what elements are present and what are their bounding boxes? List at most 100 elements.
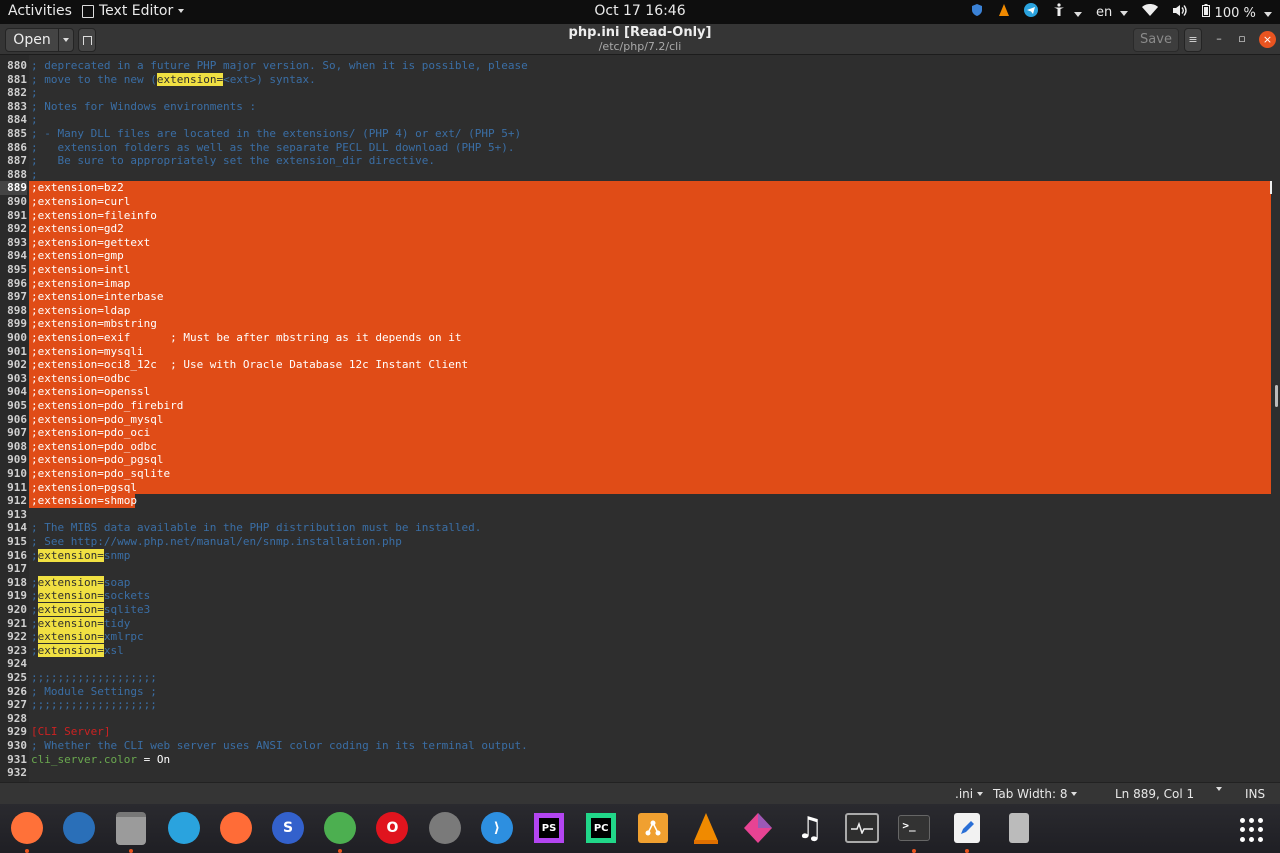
code-line[interactable]: 929 [CLI Server] xyxy=(0,725,1280,739)
code-line[interactable]: 887 ; Be sure to appropriately set the ex… xyxy=(0,154,1280,168)
code-line[interactable]: 883 ; Notes for Windows environments : xyxy=(0,100,1280,114)
code-line[interactable]: 889 ;extension=bz2 xyxy=(0,181,1280,195)
kite-icon[interactable] xyxy=(741,811,775,845)
code-line[interactable]: 911 ;extension=pgsql xyxy=(0,481,1280,495)
code-line[interactable]: 925;;;;;;;;;;;;;;;;;;; xyxy=(0,671,1280,685)
terminal-icon[interactable]: >_ xyxy=(897,811,931,845)
open-button[interactable]: Open xyxy=(5,28,59,52)
code-line[interactable]: 905 ;extension=pdo_firebird xyxy=(0,399,1280,413)
code-line[interactable]: 910 ;extension=pdo_sqlite xyxy=(0,467,1280,481)
code-line[interactable]: 921 ;extension=tidy xyxy=(0,616,1280,631)
code-line[interactable]: 882; xyxy=(0,86,1280,100)
gitkraken-icon[interactable] xyxy=(636,811,670,845)
opera-icon[interactable]: O xyxy=(375,811,409,845)
code-line[interactable]: 894 ;extension=gmp xyxy=(0,249,1280,263)
telegram-tray-icon[interactable] xyxy=(1023,3,1038,21)
code-line[interactable]: 918 ;extension=soap xyxy=(0,575,1280,590)
code-line[interactable]: 899 ;extension=mbstring xyxy=(0,317,1280,331)
code-line[interactable]: 913 xyxy=(0,508,1280,522)
keyboard-layout-indicator[interactable]: en xyxy=(1096,5,1129,20)
code-line[interactable]: 916 ;extension=snmp xyxy=(0,548,1280,563)
code-line[interactable]: 892 ;extension=gd2 xyxy=(0,222,1280,236)
simplenote-icon[interactable]: S xyxy=(271,811,305,845)
code-line[interactable]: 900 ;extension=exif ; Must be after mbstr… xyxy=(0,331,1280,345)
text-editor-icon[interactable] xyxy=(950,811,984,845)
code-line[interactable]: 895 ;extension=intl xyxy=(0,263,1280,277)
chrome-icon[interactable] xyxy=(323,811,357,845)
code-line[interactable]: 920 ;extension=sqlite3 xyxy=(0,603,1280,617)
postman-icon[interactable] xyxy=(219,811,253,845)
tab-width-selector[interactable]: Tab Width: 8 xyxy=(993,787,1078,801)
code-line[interactable]: 926 ; Module Settings ; xyxy=(0,685,1280,699)
code-line[interactable]: 890 ;extension=curl xyxy=(0,195,1280,209)
code-line[interactable]: 897 ;extension=interbase xyxy=(0,290,1280,304)
activities-button[interactable]: Activities xyxy=(8,3,72,19)
code-line[interactable]: 922 ;extension=xmlrpc xyxy=(0,630,1280,644)
code-line[interactable]: 908 ;extension=pdo_odbc xyxy=(0,440,1280,454)
thunderbird-icon[interactable] xyxy=(62,811,96,845)
wifi-icon[interactable] xyxy=(1142,4,1159,20)
firefox-icon[interactable] xyxy=(10,811,44,845)
hamburger-menu-button[interactable]: ≡ xyxy=(1184,28,1202,52)
code-line[interactable]: 915 ; See http://www.php.net/manual/en/sn… xyxy=(0,535,1280,549)
music-icon[interactable]: ♫ xyxy=(793,811,827,846)
code-line[interactable]: 906 ;extension=pdo_mysql xyxy=(0,413,1280,427)
vlc-icon[interactable] xyxy=(689,811,723,845)
code-line[interactable]: 919 ;extension=sockets xyxy=(0,589,1280,603)
code-line[interactable]: 912 ;extension=shmop xyxy=(0,494,1280,508)
code-line[interactable]: 931 cli_server.color = On xyxy=(0,753,1280,767)
code-line[interactable]: 932 xyxy=(0,766,1280,780)
volume-icon[interactable] xyxy=(1172,4,1188,21)
telegram-icon[interactable] xyxy=(167,811,201,845)
code-line[interactable]: 923 ;extension=xsl xyxy=(0,643,1280,658)
code-line[interactable]: 909 ;extension=pdo_pgsql xyxy=(0,453,1280,467)
settings-icon[interactable] xyxy=(428,811,462,845)
code-line[interactable]: 904 ;extension=openssl xyxy=(0,385,1280,399)
system-monitor-icon[interactable] xyxy=(845,811,880,845)
accessibility-icon[interactable] xyxy=(1052,3,1083,21)
text-editor-view[interactable]: 880 ; deprecated in a future PHP major ve… xyxy=(0,55,1280,782)
code-line[interactable]: 881 ; move to the new (extension=<ext>) s… xyxy=(0,72,1280,87)
new-document-button[interactable] xyxy=(78,28,96,52)
code-line[interactable]: 902 ;extension=oci8_12c ; Use with Oracle… xyxy=(0,358,1280,372)
vertical-scrollbar[interactable] xyxy=(1275,385,1278,407)
cursor-position-dropdown[interactable] xyxy=(1216,787,1222,791)
code-line[interactable]: 893 ;extension=gettext xyxy=(0,236,1280,250)
open-recent-dropdown[interactable] xyxy=(58,28,74,52)
code-line[interactable]: 907 ;extension=pdo_oci xyxy=(0,426,1280,440)
code-line[interactable]: 886 ; extension folders as well as the se… xyxy=(0,141,1280,155)
code-line[interactable]: 896 ;extension=imap xyxy=(0,277,1280,291)
insert-mode-indicator[interactable]: INS xyxy=(1245,787,1265,801)
phpstorm-icon[interactable]: PS xyxy=(532,811,566,845)
files-icon[interactable] xyxy=(114,811,148,845)
vlc-tray-icon[interactable] xyxy=(998,3,1010,21)
save-button[interactable]: Save xyxy=(1133,28,1179,52)
code-line[interactable]: 928 xyxy=(0,712,1280,726)
code-line[interactable]: 901 ;extension=mysqli xyxy=(0,345,1280,359)
app-menu[interactable]: Text Editor xyxy=(82,3,185,19)
code-line[interactable]: 914 ; The MIBS data available in the PHP … xyxy=(0,521,1280,535)
maximize-icon[interactable]: ▫ xyxy=(1234,31,1250,47)
code-line[interactable]: 888; xyxy=(0,168,1280,182)
code-line[interactable]: 891 ;extension=fileinfo xyxy=(0,209,1280,223)
minimize-icon[interactable]: – xyxy=(1211,31,1227,47)
clock[interactable]: Oct 17 16:46 xyxy=(594,3,685,19)
battery-indicator[interactable]: 100 % xyxy=(1202,3,1272,21)
code-line[interactable]: 917 xyxy=(0,562,1280,576)
code-line[interactable]: 884; xyxy=(0,113,1280,127)
security-indicator-icon[interactable] xyxy=(970,3,984,21)
language-selector[interactable]: .ini xyxy=(955,787,984,801)
cursor-position-selector[interactable]: Ln 889, Col 1 xyxy=(1115,787,1194,801)
code-line[interactable]: 898 ;extension=ldap xyxy=(0,304,1280,318)
code-line[interactable]: 924 xyxy=(0,657,1280,671)
code-line[interactable]: 927;;;;;;;;;;;;;;;;;;; xyxy=(0,698,1280,712)
show-applications-icon[interactable] xyxy=(1240,818,1264,842)
vscode-icon[interactable]: ⟩ xyxy=(480,811,514,845)
code-line[interactable]: 880 ; deprecated in a future PHP major ve… xyxy=(0,59,1280,73)
pycharm-icon[interactable]: PC xyxy=(584,811,618,845)
close-icon[interactable]: × xyxy=(1259,31,1276,48)
code-line[interactable]: 885 ; - Many DLL files are located in the… xyxy=(0,127,1280,141)
code-line[interactable]: 903 ;extension=odbc xyxy=(0,372,1280,386)
usb-drive-icon[interactable] xyxy=(1002,811,1036,845)
code-line[interactable]: 930 ; Whether the CLI web server uses ANS… xyxy=(0,739,1280,753)
